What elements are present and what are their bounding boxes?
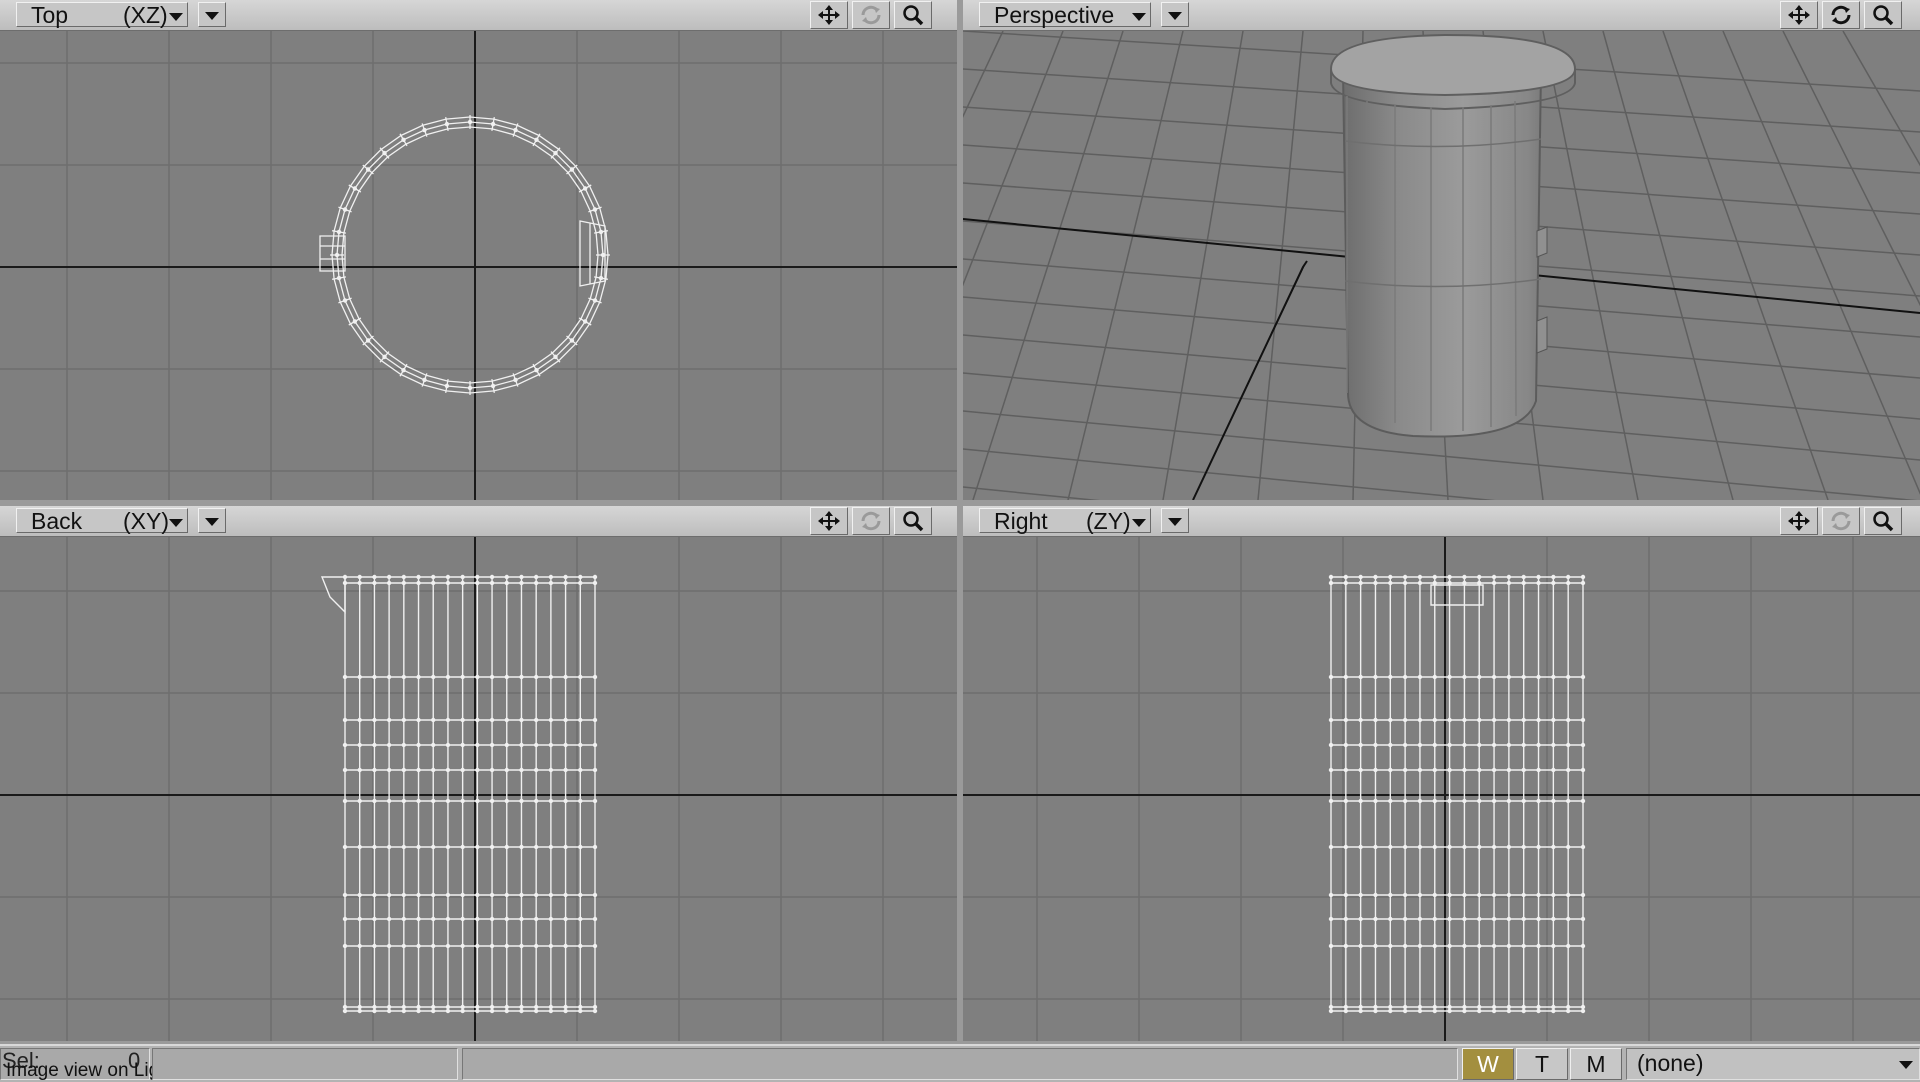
chevron-down-icon	[1899, 1061, 1913, 1069]
view-options-button[interactable]	[1161, 508, 1189, 533]
axis-lines	[963, 537, 1920, 1041]
viewport-header: Back (XY)	[0, 506, 957, 537]
view-type-select[interactable]: Perspective	[979, 2, 1151, 28]
perspective-view-canvas	[963, 31, 1920, 500]
move-icon	[818, 5, 840, 25]
viewport-canvas[interactable]	[0, 31, 957, 500]
view-type-label: Right	[994, 508, 1048, 534]
view-type-label: Top	[31, 2, 69, 28]
viewport-header: Top (XZ)	[0, 0, 957, 31]
move-icon	[1788, 5, 1810, 25]
view-axis-label: (ZY)	[1086, 508, 1131, 534]
viewport-top[interactable]: Top (XZ)	[0, 0, 957, 500]
texture-map-button[interactable]: T	[1516, 1048, 1568, 1080]
rotate-icon	[861, 511, 881, 531]
view-axis-label: (XY)	[123, 508, 169, 534]
viewport-header: Perspective	[963, 0, 1920, 31]
viewport-canvas[interactable]	[963, 537, 1920, 1041]
morph-map-button[interactable]: M	[1570, 1048, 1622, 1080]
zoom-view-button[interactable]	[894, 507, 932, 535]
move-view-button[interactable]	[810, 507, 848, 535]
zoom-icon	[903, 511, 924, 532]
viewport-canvas[interactable]	[963, 31, 1920, 500]
move-icon	[1788, 511, 1810, 531]
zoom-view-button[interactable]	[1864, 507, 1902, 535]
move-view-button[interactable]	[1780, 507, 1818, 535]
cylinder-object	[1329, 33, 1577, 438]
viewport-right[interactable]: Right (ZY)	[963, 506, 1920, 1041]
info-field	[462, 1048, 1458, 1080]
grid	[963, 537, 1920, 1041]
rotate-icon	[1831, 511, 1851, 531]
grid	[0, 31, 957, 500]
viewport-perspective[interactable]: Perspective	[963, 0, 1920, 500]
status-bar: Sel: 0 Image view on Lightwave W T M (no…	[0, 1044, 1920, 1082]
right-view-canvas	[963, 537, 1920, 1041]
viewport-canvas[interactable]	[0, 537, 957, 1041]
zoom-icon	[1873, 5, 1894, 26]
zoom-icon	[903, 5, 924, 26]
rotate-view-button[interactable]	[852, 507, 890, 535]
zoom-view-button[interactable]	[894, 1, 932, 29]
view-type-select[interactable]: Top (XZ)	[16, 2, 188, 28]
top-view-canvas	[0, 31, 957, 500]
rotate-view-button[interactable]	[1822, 1, 1860, 29]
view-type-select[interactable]: Back (XY)	[16, 508, 188, 534]
grid	[0, 537, 957, 1041]
vertex-map-value: (none)	[1637, 1050, 1704, 1076]
wireframe-ring	[319, 115, 610, 395]
rotate-icon	[1831, 5, 1851, 25]
view-axis-label: (XZ)	[123, 2, 168, 28]
axis-line	[1192, 260, 1308, 500]
rotate-icon	[861, 5, 881, 25]
view-type-select[interactable]: Right (ZY)	[979, 508, 1151, 534]
view-options-button[interactable]	[1161, 2, 1189, 27]
move-view-button[interactable]	[1780, 1, 1818, 29]
view-type-label: Back	[31, 508, 83, 534]
zoom-view-button[interactable]	[1864, 1, 1902, 29]
viewport-header: Right (ZY)	[963, 506, 1920, 537]
viewport-back[interactable]: Back (XY)	[0, 506, 957, 1041]
move-icon	[818, 511, 840, 531]
back-view-canvas	[0, 537, 957, 1041]
weight-map-button[interactable]: W	[1462, 1048, 1514, 1080]
zoom-icon	[1873, 511, 1894, 532]
rotate-view-button[interactable]	[852, 1, 890, 29]
vertex-map-select[interactable]: (none)	[1626, 1048, 1920, 1080]
view-type-label: Perspective	[994, 2, 1115, 28]
view-options-button[interactable]	[198, 508, 226, 533]
view-options-button[interactable]	[198, 2, 226, 27]
status-field	[152, 1048, 458, 1080]
axis-lines	[0, 31, 957, 500]
rotate-view-button[interactable]	[1822, 507, 1860, 535]
move-view-button[interactable]	[810, 1, 848, 29]
axis-lines	[0, 537, 957, 1041]
